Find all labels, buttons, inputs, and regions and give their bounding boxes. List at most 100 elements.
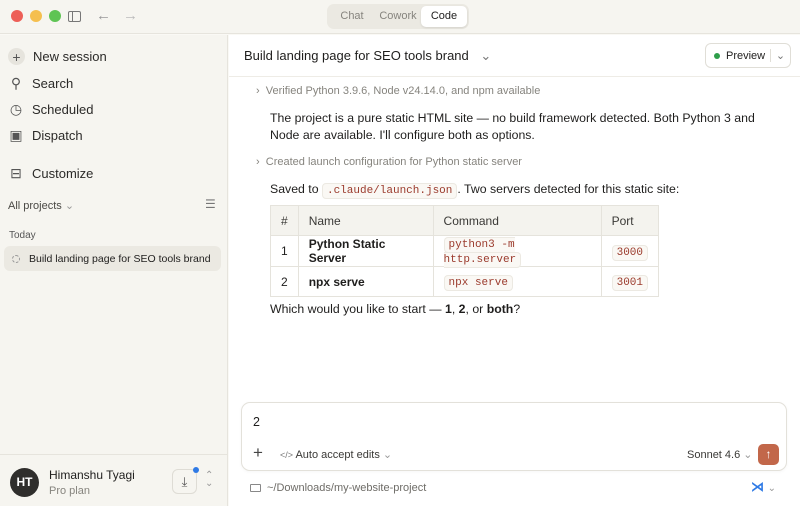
attach-plus-icon[interactable]: +: [253, 443, 263, 463]
table-row: 2 npx serve npx serve 3001: [270, 266, 660, 297]
text: both: [486, 302, 514, 316]
back-arrow-icon[interactable]: ←: [96, 7, 111, 24]
text: ,: [451, 302, 459, 316]
cell-code: 3000: [611, 244, 648, 261]
divider: [0, 454, 228, 455]
question-message: Which would you like to start — 1, 2, or…: [270, 301, 780, 318]
header-cell: Port: [600, 205, 660, 236]
conversation-title[interactable]: Build landing page for SEO tools brand ⌄: [244, 48, 491, 64]
sidebar-item-dispatch[interactable]: ▣ Dispatch: [8, 126, 83, 143]
user-plan: Pro plan: [49, 485, 90, 497]
label: Preview: [726, 49, 766, 62]
label: ~/Downloads/my-website-project: [267, 482, 427, 494]
arrow-up-icon: ↑: [765, 447, 772, 461]
sidebar: + New session ⚲ Search ◷ Scheduled ▣ Dispatc…: [0, 35, 228, 506]
text: Which would you like to start —: [270, 302, 445, 316]
label: Created launch configuration for Python …: [265, 156, 522, 168]
table-header-row: # Name Command Port: [270, 205, 660, 236]
label: Dispatch: [32, 127, 83, 143]
model-dropdown[interactable]: Sonnet 4.6 ⌄: [687, 448, 753, 461]
sidebar-toggle-icon[interactable]: [68, 11, 81, 22]
sidebar-item-new-session[interactable]: + New session: [8, 48, 107, 65]
plus-icon: +: [8, 48, 25, 65]
status-dot: [714, 52, 720, 59]
maximize-window-button[interactable]: [49, 10, 61, 22]
tool-step-created[interactable]: › Created launch configuration for Pytho…: [256, 156, 522, 168]
cell-code: 3001: [611, 275, 648, 291]
notification-dot: [193, 467, 199, 473]
text: ?: [513, 302, 521, 316]
cell: Python Static Server: [297, 235, 434, 267]
session-item[interactable]: Build landing page for SEO tools brand: [4, 246, 221, 271]
minimize-window-button[interactable]: [30, 10, 42, 22]
saved-message: Saved to .claude/launch.json. Two server…: [270, 181, 780, 200]
chevron-down-icon[interactable]: ⌄: [768, 483, 776, 494]
text: . Two servers detected for this static s…: [457, 182, 680, 196]
user-name: Himanshu Tyagi: [49, 468, 135, 482]
chevron-down-icon[interactable]: ⌄: [770, 49, 790, 62]
table-row: 1 Python Static Server python3 -m http.ser…: [270, 235, 660, 268]
tab-cowork[interactable]: Cowork: [375, 6, 421, 27]
monitor-icon: [250, 484, 261, 492]
toolbox-icon: ⊟: [10, 164, 22, 181]
chevron-down-icon: ⌄: [480, 48, 492, 63]
header-cell: #: [270, 205, 299, 236]
inline-code: .claude/launch.json: [321, 183, 458, 199]
label: Search: [32, 75, 74, 91]
search-icon: ⚲: [10, 74, 22, 91]
tab-code[interactable]: Code: [421, 6, 467, 27]
label: Verified Python 3.9.6, Node v24.14.0, an…: [265, 85, 541, 97]
forward-arrow-icon[interactable]: →: [123, 7, 138, 24]
code-icon: </>: [280, 450, 294, 460]
vscode-icon[interactable]: ⋊ ⌄: [751, 479, 776, 495]
label: Auto accept edits: [295, 449, 380, 461]
conversation-header: Build landing page for SEO tools brand ⌄…: [229, 35, 800, 77]
sidebar-item-scheduled[interactable]: ◷ Scheduled: [8, 100, 94, 117]
chevron-down-icon: ⌄: [382, 449, 393, 461]
cell-code: python3 -m http.server: [443, 237, 522, 268]
title: Build landing page for SEO tools brand: [244, 48, 469, 63]
mode-switcher: Chat Cowork Code: [327, 4, 469, 29]
send-button[interactable]: ↑: [758, 444, 779, 465]
main-panel: Build landing page for SEO tools brand ⌄…: [229, 35, 800, 506]
title-bar: ← → Chat Cowork Code: [0, 0, 800, 34]
composer: 2 + </> Auto accept edits ⌄ Sonnet 4.6 ⌄…: [241, 402, 787, 471]
sidebar-item-search[interactable]: ⚲ Search: [8, 75, 73, 91]
avatar[interactable]: HT: [10, 468, 39, 497]
cell: 2: [270, 266, 299, 297]
message-input[interactable]: 2: [253, 415, 260, 429]
chevron-down-icon: ⌄: [64, 200, 75, 212]
text: 2: [458, 302, 466, 316]
filter-settings-icon[interactable]: ☰: [205, 197, 216, 211]
loading-spinner-icon: [12, 254, 20, 263]
label: Customize: [32, 165, 94, 181]
dispatch-icon: ▣: [9, 126, 23, 143]
text: 1: [444, 302, 452, 316]
label: Scheduled: [32, 101, 94, 117]
expand-chevrons-icon[interactable]: ⌃ ⌄: [205, 471, 213, 489]
preview-button[interactable]: Preview ⌄: [705, 43, 791, 68]
clock-icon: ◷: [9, 100, 23, 117]
servers-table: # Name Command Port 1 Python Static Server py…: [270, 205, 660, 297]
label: Build landing page for SEO tools brand: [29, 252, 211, 265]
sidebar-item-customize[interactable]: ⊟ Customize: [8, 165, 93, 181]
chevron-down-icon: ⌄: [743, 449, 753, 461]
text: Saved to: [270, 182, 322, 196]
tool-step-verified[interactable]: › Verified Python 3.9.6, Node v24.14.0, …: [256, 85, 540, 97]
label: New session: [33, 49, 107, 64]
text: , or: [465, 302, 487, 316]
section-today: Today: [9, 230, 36, 241]
cell: npx serve: [297, 266, 434, 297]
header-cell: Name: [297, 205, 434, 236]
mode-dropdown[interactable]: </> Auto accept edits ⌄: [280, 448, 392, 461]
cell-code: npx serve: [443, 275, 513, 291]
working-directory[interactable]: ~/Downloads/my-website-project: [250, 482, 426, 494]
cell: 1: [270, 235, 299, 267]
tab-chat[interactable]: Chat: [329, 6, 375, 27]
header-cell: Command: [432, 205, 602, 236]
label: All projects: [8, 200, 62, 212]
download-button[interactable]: ⤓: [172, 467, 199, 494]
close-window-button[interactable]: [11, 10, 23, 22]
projects-filter-dropdown[interactable]: All projects ⌄: [8, 199, 74, 212]
assistant-message: The project is a pure static HTML site —…: [270, 111, 755, 142]
